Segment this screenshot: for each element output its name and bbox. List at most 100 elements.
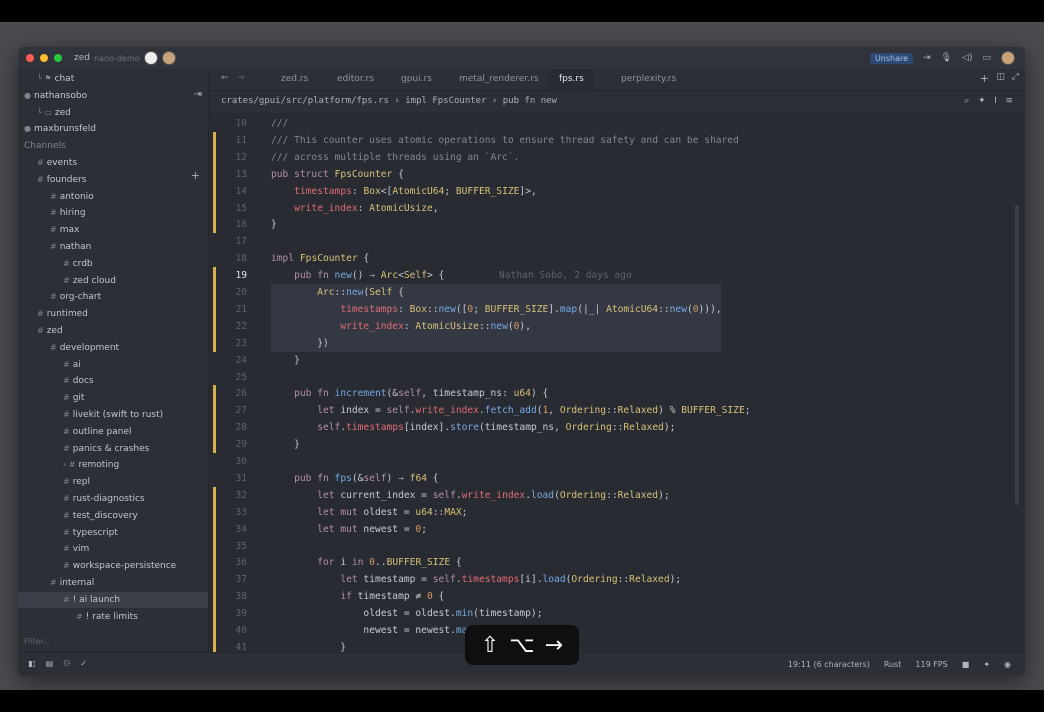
sidebar-item[interactable]: # org-chart (18, 289, 101, 305)
breadcrumb[interactable]: crates/gpui/src/platform/fps.rs › impl F… (209, 91, 1025, 112)
sidebar-item[interactable]: #! rate limits (18, 609, 138, 625)
notifications-icon[interactable]: ◉ (1004, 660, 1011, 669)
code-line[interactable]: 11 /// This counter uses atomic operation… (209, 131, 1025, 149)
code-line[interactable]: 29 } (209, 436, 1025, 454)
sidebar-item[interactable]: # ai (18, 357, 81, 373)
microphone-icon[interactable]: 🎙︎ (941, 53, 952, 63)
zoom-window-button[interactable] (54, 54, 62, 62)
code-text[interactable]: } (271, 352, 300, 369)
code-line[interactable]: 40 newest = newest.max(timestamp); (209, 622, 1025, 639)
sidebar-item[interactable]: ● maxbrunsfeld (18, 121, 96, 137)
tab-perplexity-rs[interactable]: perplexity.rs (611, 69, 686, 90)
code-text[interactable]: pub fn increment(&self, timestamp_ns: u6… (271, 385, 548, 402)
diagnostics-icon[interactable]: ✓ (80, 659, 87, 668)
sidebar-item[interactable]: └ ⚑ chat (18, 71, 74, 87)
code-line[interactable]: 20 Arc::new(Self { (209, 284, 1025, 301)
code-line[interactable]: 33 let mut oldest = u64::MAX; (209, 503, 1025, 521)
sidebar-item[interactable]: # zed cloud (18, 273, 116, 289)
code-text[interactable]: pub fn fps(&self) → f64 { (271, 470, 438, 487)
code-line[interactable]: 13 pub struct FpsCounter { (209, 165, 1025, 183)
code-text[interactable]: timestamps: Box<[AtomicU64; BUFFER_SIZE]… (271, 183, 537, 200)
code-line[interactable]: 38 if timestamp ≠ 0 { (209, 588, 1025, 606)
code-line[interactable]: 17 (209, 233, 1025, 250)
unshare-button[interactable]: Unshare (869, 52, 914, 64)
collab-icon[interactable]: ⚇ (63, 659, 70, 668)
code-line[interactable]: 10 /// (209, 115, 1025, 132)
minimize-window-button[interactable] (40, 54, 48, 62)
sidebar-item[interactable]: # events (18, 155, 77, 171)
code-line[interactable]: 12 /// across multiple threads using an `… (209, 148, 1025, 166)
sidebar-item[interactable]: # development (18, 340, 119, 356)
tab-gpui-rs[interactable]: gpui.rs (391, 69, 442, 90)
sidebar-item[interactable]: # repl (18, 474, 90, 490)
assistant-panel-icon[interactable]: ✦ (983, 660, 990, 669)
cursor-position[interactable]: 19:11 (6 characters) (788, 660, 870, 669)
sidebar-item[interactable]: # outline panel (18, 424, 132, 440)
sidebar-item[interactable]: ● nathansobo (18, 88, 87, 104)
section-header-channels[interactable]: Channels (18, 138, 66, 154)
sidebar-item[interactable]: └ ▭ zed (18, 105, 71, 121)
breadcrumb-path[interactable]: crates/gpui/src/platform/fps.rs › impl F… (221, 96, 557, 106)
code-text[interactable]: pub struct FpsCounter { (271, 166, 404, 183)
sidebar-item[interactable]: # hiring (18, 205, 86, 221)
code-line[interactable]: 41 } (209, 638, 1025, 652)
sidebar-item[interactable]: # vim (18, 541, 89, 557)
sidebar-item[interactable]: # nathan (18, 239, 91, 255)
sidebar-item[interactable]: # zed (18, 323, 63, 339)
code-text[interactable]: timestamps: Box::new([0; BUFFER_SIZE].ma… (271, 301, 721, 318)
code-text[interactable]: /// (271, 115, 288, 132)
tab-zed-rs[interactable]: zed.rs (271, 69, 318, 90)
code-text[interactable]: } (271, 216, 277, 233)
code-text[interactable]: let timestamp = self.timestamps[i].load(… (271, 571, 681, 588)
code-line[interactable]: 32 let current_index = self.write_index.… (209, 486, 1025, 504)
sidebar-item[interactable]: › # remoting (18, 457, 119, 473)
leave-icon[interactable]: ⇥ (194, 89, 202, 100)
code-text[interactable]: /// across multiple threads using an `Ar… (271, 149, 519, 166)
code-text[interactable]: let mut oldest = u64::MAX; (271, 504, 467, 521)
screen-share-icon[interactable]: ▭ (982, 53, 991, 63)
code-text[interactable]: let mut newest = 0; (271, 521, 427, 538)
code-line[interactable]: 34 let mut newest = 0; (209, 520, 1025, 538)
close-window-button[interactable] (26, 54, 34, 62)
code-text[interactable]: for i in 0..BUFFER_SIZE { (271, 554, 461, 571)
sidebar-item[interactable]: # antonio (18, 189, 94, 205)
code-line[interactable]: 23 }) (209, 334, 1025, 352)
sidebar-item[interactable]: # git (18, 390, 84, 406)
split-pane-icon[interactable]: ◫ (996, 72, 1005, 82)
code-text[interactable]: write_index: AtomicUsize, (271, 200, 438, 217)
code-text[interactable]: Arc::new(Self { (271, 284, 404, 301)
sidebar-item[interactable]: # internal (18, 575, 94, 591)
code-line[interactable]: 24 } (209, 352, 1025, 369)
sidebar-item[interactable]: # rust-diagnostics (18, 491, 145, 507)
code-line[interactable]: 37 let timestamp = self.timestamps[i].lo… (209, 571, 1025, 589)
speaker-icon[interactable]: ◁) (962, 53, 972, 63)
tab-fps-rs[interactable]: fps.rs (549, 69, 594, 90)
cursor-icon[interactable]: I (994, 96, 997, 106)
code-line[interactable]: 15 write_index: AtomicUsize, (209, 199, 1025, 217)
code-line[interactable]: 35 (209, 537, 1025, 555)
sidebar-item[interactable]: # founders (18, 172, 86, 188)
sidebar-item[interactable]: # livekit (swift to rust) (18, 407, 163, 423)
code-line[interactable]: 30 (209, 453, 1025, 470)
code-line[interactable]: 25 (209, 369, 1025, 386)
sidebar-item[interactable]: # workspace-persistence (18, 558, 176, 574)
code-text[interactable]: /// This counter uses atomic operations … (271, 132, 739, 149)
sidebar-item[interactable]: # test_discovery (18, 508, 138, 524)
sidebar-item[interactable]: # docs (18, 373, 94, 389)
code-line[interactable]: 16} (209, 216, 1025, 234)
add-channel-icon[interactable]: + (191, 169, 200, 182)
code-text[interactable]: write_index: AtomicUsize::new(0), (271, 318, 531, 335)
user-avatar[interactable] (1001, 51, 1015, 65)
sidebar-item[interactable]: # panics & crashes (18, 441, 149, 457)
forward-icon[interactable]: → (237, 73, 245, 83)
language-selector[interactable]: Rust (884, 660, 902, 669)
code-line[interactable]: 22 write_index: AtomicUsize::new(0), (209, 317, 1025, 335)
code-line[interactable]: 36 for i in 0..BUFFER_SIZE { (209, 554, 1025, 572)
code-line[interactable]: 14 timestamps: Box<[AtomicU64; BUFFER_SI… (209, 182, 1025, 200)
code-text[interactable]: oldest = oldest.min(timestamp); (271, 605, 542, 622)
code-text[interactable]: let index = self.write_index.fetch_add(1… (271, 402, 750, 419)
tab-metal_renderer-rs[interactable]: metal_renderer.rs (449, 69, 549, 90)
project-name[interactable]: nano-demo (94, 54, 140, 63)
code-text[interactable]: } (271, 639, 346, 652)
sidebar-item[interactable]: # typescript (18, 525, 118, 541)
